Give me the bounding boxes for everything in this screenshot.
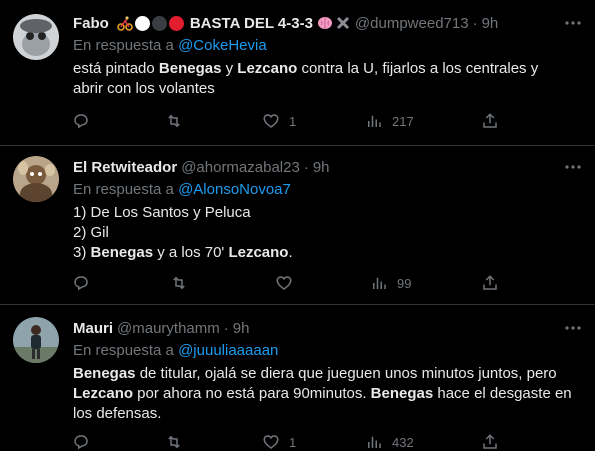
text-segment: está pintado [73, 60, 159, 77]
retweet-icon [168, 114, 180, 128]
view-count: 217 [392, 113, 414, 129]
red-circle-icon [168, 15, 184, 31]
reply-icon [74, 276, 88, 291]
views-button[interactable]: 217 [365, 111, 414, 131]
timestamp[interactable]: 9h [233, 320, 250, 337]
separator-dot: · [223, 319, 229, 337]
reply-icon [74, 435, 88, 450]
avatar[interactable] [13, 156, 59, 202]
views-chart-icon [368, 436, 381, 448]
tweet-header: El Retwiteador @ahormazabal23 · 9h [73, 157, 583, 177]
cyclist-icon [117, 16, 133, 31]
reply-prefix: En respuesta a [73, 37, 179, 54]
text-segment: de titular, ojalá se diera que jueguen u… [135, 365, 557, 382]
retweet-icon [168, 435, 180, 449]
text-segment: y a los 70' [153, 244, 229, 261]
tweet[interactable]: El Retwiteador @ahormazabal23 · 9h En re… [0, 146, 595, 305]
reply-prefix: En respuesta a [73, 342, 179, 359]
text-bold: Benegas [90, 244, 154, 261]
like-count: 1 [289, 113, 297, 129]
black-circle-icon [151, 15, 167, 31]
text-line: 2) Gil [73, 224, 109, 241]
brain-icon [317, 17, 332, 29]
heart-icon [276, 276, 292, 290]
tweet-text: está pintado Benegas y Lezcano contra la… [73, 59, 543, 99]
like-button[interactable]: 1 [262, 432, 296, 451]
reply-mention-link[interactable]: @juuuliaaaaan [178, 342, 278, 359]
heart-icon [263, 435, 279, 449]
text-segment: 3) [73, 244, 91, 261]
timestamp[interactable]: 9h [313, 159, 330, 176]
text-segment: por ahora no está para 90minutos. [133, 385, 371, 402]
share-button[interactable] [481, 432, 499, 451]
cross-mark-icon [336, 16, 349, 30]
views-button[interactable]: 99 [370, 273, 411, 293]
reply-context: En respuesta a @CokeHevia [73, 36, 583, 56]
tweet-text: 1) De Los Santos y Peluca 2) Gil 3) Bene… [73, 203, 583, 263]
more-options-icon[interactable] [563, 159, 583, 175]
views-chart-icon [373, 277, 386, 289]
tweet-header: Fabo BASTA DEL 4-3-3 @dumpweed713 · 9h [73, 13, 583, 33]
view-count: 432 [392, 434, 414, 450]
reply-prefix: En respuesta a [73, 181, 179, 198]
reply-mention-link[interactable]: @CokeHevia [178, 37, 267, 54]
tweet[interactable]: Mauri @maurythamm · 9h En respuesta a @j… [0, 305, 595, 451]
view-count: 99 [397, 275, 412, 291]
reply-button[interactable] [72, 273, 90, 293]
retweet-button[interactable] [165, 432, 183, 451]
like-button[interactable] [275, 273, 293, 293]
separator-dot: · [472, 14, 478, 32]
reply-button[interactable] [72, 111, 90, 131]
text-line: 3) Benegas y a los 70' Lezcano. [73, 243, 583, 263]
emoji-group [117, 15, 184, 31]
text-bold: Lezcano [73, 385, 134, 402]
reply-context: En respuesta a @juuuliaaaaan [73, 341, 583, 361]
reply-icon [74, 114, 88, 129]
share-icon [483, 275, 497, 290]
text-bold: Benegas [158, 60, 222, 77]
text-line: 1) De Los Santos y Peluca [73, 204, 251, 221]
share-button[interactable] [481, 111, 499, 131]
share-button[interactable] [481, 273, 499, 293]
text-segment: . [288, 244, 293, 261]
tweet-text: Benegas de titular, ojalá se diera que j… [73, 364, 573, 424]
heart-icon [263, 114, 279, 128]
separator-dot: · [303, 158, 309, 176]
reply-context: En respuesta a @AlonsoNovoa7 [73, 180, 583, 200]
tweet[interactable]: Fabo BASTA DEL 4-3-3 @dumpweed713 · 9h E… [0, 0, 595, 146]
retweet-button[interactable] [165, 111, 183, 131]
share-icon [483, 434, 497, 449]
more-options-icon[interactable] [563, 15, 583, 31]
like-button[interactable]: 1 [262, 111, 296, 131]
user-handle[interactable]: @dumpweed713 [355, 15, 469, 32]
action-bar: 1 217 [0, 111, 595, 131]
timestamp[interactable]: 9h [482, 15, 499, 32]
text-bold: Lezcano [237, 60, 298, 77]
display-name-suffix[interactable]: BASTA DEL 4-3-3 [190, 15, 313, 32]
display-name[interactable]: Mauri [73, 320, 113, 337]
retweet-button[interactable] [170, 273, 188, 293]
views-chart-icon [368, 115, 381, 127]
user-handle[interactable]: @ahormazabal23 [181, 159, 300, 176]
user-handle[interactable]: @maurythamm [117, 320, 220, 337]
text-bold: Benegas [370, 385, 434, 402]
action-bar: 99 [0, 273, 595, 293]
reply-button[interactable] [72, 432, 90, 451]
action-bar: 1 432 [0, 432, 595, 451]
avatar[interactable] [13, 14, 59, 60]
views-button[interactable]: 432 [365, 432, 414, 451]
display-name[interactable]: El Retwiteador [73, 159, 177, 176]
share-icon [483, 113, 497, 128]
retweet-icon [173, 276, 185, 290]
text-bold: Benegas [73, 365, 136, 382]
tweet-header: Mauri @maurythamm · 9h [73, 318, 583, 338]
text-segment: y [221, 60, 238, 77]
avatar[interactable] [13, 317, 59, 363]
display-name[interactable]: Fabo [73, 15, 109, 32]
like-count: 1 [289, 434, 297, 450]
text-bold: Lezcano [228, 244, 289, 261]
reply-mention-link[interactable]: @AlonsoNovoa7 [178, 181, 291, 198]
more-options-icon[interactable] [563, 320, 583, 336]
white-circle-icon [134, 15, 150, 31]
